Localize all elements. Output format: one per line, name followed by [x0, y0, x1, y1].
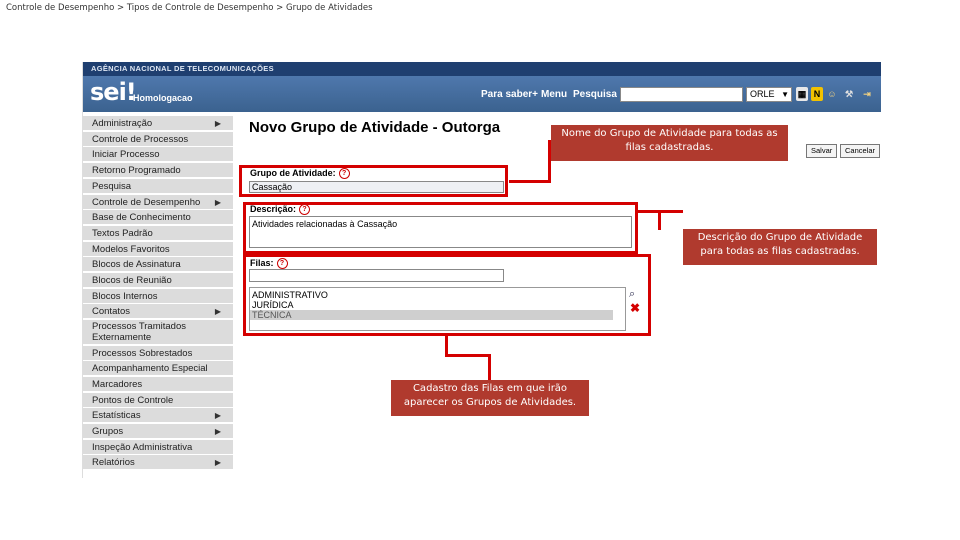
connector-nome: [509, 180, 551, 183]
menu-item-label: Controle de Processos: [92, 133, 189, 145]
callout-nome: Nome do Grupo de Atividade para todas as…: [551, 125, 788, 161]
menu-item-inspecao-administrativa[interactable]: Inspeção Administrativa: [83, 439, 233, 455]
menu-item-label: Relatórios: [92, 457, 135, 469]
save-button[interactable]: Salvar: [806, 144, 838, 158]
callout-descricao: Descrição do Grupo de Atividade para tod…: [683, 229, 877, 265]
page-title: Novo Grupo de Atividade - Outorga: [249, 119, 501, 136]
menu-item-estatisticas[interactable]: Estatísticas ▶: [83, 408, 233, 424]
menu-item-label: Pesquisa: [92, 180, 132, 192]
user-icon[interactable]: ☺: [826, 87, 838, 101]
search-input[interactable]: [620, 87, 743, 102]
highlight-grupo: [239, 165, 508, 197]
menu-item-label: Pontos de Controle: [92, 394, 174, 406]
grid-icon[interactable]: ▦: [796, 87, 808, 101]
chevron-down-icon: ▼: [781, 90, 789, 99]
menu-item-marcadores[interactable]: Marcadores: [83, 376, 233, 392]
menu-item-modelos-favoritos[interactable]: Modelos Favoritos: [83, 241, 233, 257]
menu-item-label: Blocos Internos: [92, 290, 158, 302]
menu-item-label: Grupos: [92, 426, 124, 437]
cancel-button[interactable]: Cancelar: [840, 144, 881, 158]
menu-item-blocos-assinatura[interactable]: Blocos de Assinatura: [83, 257, 233, 273]
menu-item-label: Administração: [92, 118, 153, 129]
chevron-right-icon: ▶: [214, 119, 221, 128]
menu-item-retorno-programado[interactable]: Retorno Programado: [83, 163, 233, 179]
agency-banner: AGÊNCIA NACIONAL DE TELECOMUNICAÇÕES: [83, 62, 881, 76]
chevron-right-icon: ▶: [214, 458, 221, 468]
menu-item-pesquisa[interactable]: Pesquisa: [83, 178, 233, 194]
nav-menu-link[interactable]: Menu: [541, 89, 567, 100]
menu-item-textos-padrao[interactable]: Textos Padrão: [83, 225, 233, 241]
menu-item-acompanhamento-especial[interactable]: Acompanhamento Especial: [83, 361, 233, 377]
menu-item-blocos-reuniao[interactable]: Blocos de Reunião: [83, 273, 233, 288]
menu-item-label: Textos Padrão: [92, 227, 153, 239]
menu-item-controle-desempenho[interactable]: Controle de Desempenho ▶: [83, 194, 233, 210]
menu-item-label: Estatísticas: [92, 410, 141, 422]
nav-help-link[interactable]: Para saber+: [481, 89, 538, 100]
menu-item-base-conhecimento[interactable]: Base de Conhecimento: [83, 210, 233, 226]
menu-item-blocos-internos[interactable]: Blocos Internos: [83, 288, 233, 304]
menu-item-label: Retorno Programado: [92, 165, 181, 177]
menu-item-relatorios[interactable]: Relatórios ▶: [83, 455, 233, 471]
menu-item-label: Inspeção Administrativa: [92, 441, 193, 453]
menu-item-controle-processos[interactable]: Controle de Processos: [83, 131, 233, 147]
connector-descricao-vertical: [658, 210, 661, 230]
menu-item-processos-tramitados[interactable]: Processos Tramitados Externamente: [83, 320, 233, 346]
menu-item-label: Modelos Favoritos: [92, 243, 170, 255]
menu-item-processos-sobrestados[interactable]: Processos Sobrestados: [83, 345, 233, 361]
menu-item-label: Blocos de Assinatura: [92, 259, 181, 271]
menu-item-label: Marcadores: [92, 378, 143, 390]
menu-item-label: Controle de Desempenho: [92, 196, 201, 208]
menu-item-label: Blocos de Reunião: [92, 275, 172, 286]
menu-item-label: Processos Tramitados Externamente: [92, 321, 186, 343]
highlight-filas: [243, 254, 651, 336]
menu-item-grupos[interactable]: Grupos ▶: [83, 424, 233, 439]
breadcrumb: Controle de Desempenho > Tipos de Contro…: [6, 3, 373, 13]
sei-logo[interactable]: sei!: [90, 78, 137, 106]
menu-item-label: Base de Conhecimento: [92, 212, 191, 224]
menu-item-label: Processos Sobrestados: [92, 347, 193, 359]
connector-filas-down: [488, 354, 491, 380]
menu-item-label: Iniciar Processo: [92, 149, 160, 161]
logout-icon[interactable]: ⇥: [861, 87, 873, 101]
unit-value: ORLE: [750, 89, 775, 99]
highlight-descricao: [243, 202, 638, 254]
menu-item-administracao[interactable]: Administração ▶: [83, 116, 233, 131]
notification-icon[interactable]: N: [811, 87, 823, 101]
header-bar: sei! Homologacao Para saber+ Menu Pesqui…: [83, 76, 881, 112]
environment-label: Homologacao: [133, 93, 193, 103]
tools-icon[interactable]: ⚒: [843, 87, 855, 101]
chevron-right-icon: ▶: [214, 411, 221, 421]
callout-filas: Cadastro das Filas em que irão aparecer …: [391, 380, 589, 416]
chevron-right-icon: ▶: [214, 197, 221, 207]
menu-item-contatos[interactable]: Contatos ▶: [83, 304, 233, 320]
menu-item-iniciar-processo[interactable]: Iniciar Processo: [83, 147, 233, 163]
chevron-right-icon: ▶: [214, 427, 221, 436]
connector-filas-horizontal: [445, 354, 490, 357]
menu-item-label: Acompanhamento Especial: [92, 363, 208, 375]
unit-select[interactable]: ORLE ▼: [746, 87, 792, 102]
nav-search-link[interactable]: Pesquisa: [573, 89, 617, 100]
chevron-right-icon: ▶: [214, 307, 221, 317]
menu-item-pontos-controle[interactable]: Pontos de Controle: [83, 392, 233, 408]
menu-item-label: Contatos: [92, 306, 131, 318]
connector-filas-up: [445, 336, 448, 356]
